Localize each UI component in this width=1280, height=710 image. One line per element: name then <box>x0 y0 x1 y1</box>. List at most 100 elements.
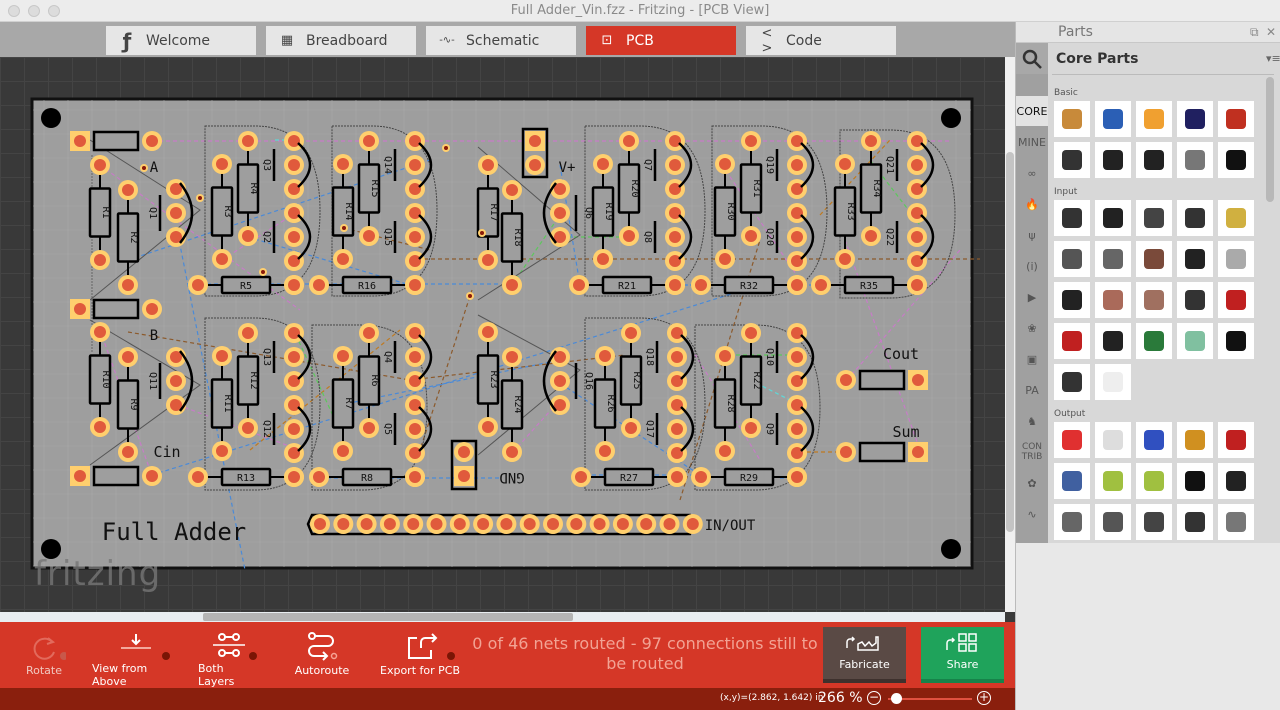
part-toggle-switch[interactable] <box>1095 241 1131 277</box>
part-diode[interactable] <box>1054 142 1090 178</box>
parts-bin-sparkfun[interactable]: 🔥 <box>1016 189 1048 219</box>
parts-bin-temp[interactable]: ∿ <box>1016 499 1048 529</box>
parts-scrollbar[interactable] <box>1266 77 1274 202</box>
tab-schematic[interactable]: -∿- Schematic <box>426 26 576 55</box>
part-microphone[interactable] <box>1218 323 1254 359</box>
part-7-segment-display[interactable] <box>1218 422 1254 458</box>
part-ceramic-capacitor[interactable] <box>1095 101 1131 137</box>
part-rfid-id12[interactable] <box>1054 364 1090 400</box>
part-force-sensor[interactable] <box>1054 282 1090 318</box>
tab-code[interactable]: < > Code <box>746 26 896 56</box>
zoom-out-button[interactable]: − <box>867 691 881 705</box>
parts-bin-arduino[interactable]: ∞ <box>1016 158 1048 188</box>
part-reed-switch[interactable] <box>1177 323 1213 359</box>
pad-hole <box>573 279 585 291</box>
connector-body[interactable] <box>92 465 140 487</box>
view-from-above-button[interactable]: View from Above <box>92 622 180 688</box>
close-panel-icon[interactable]: ✕ <box>1266 25 1276 39</box>
parts-bin-pollin[interactable]: ♞ <box>1016 406 1048 436</box>
part-dc-motor[interactable] <box>1095 504 1131 540</box>
part-dip-switch[interactable] <box>1177 200 1213 236</box>
part-pnp-transistor[interactable] <box>1095 142 1131 178</box>
part-mystery-part[interactable] <box>1218 142 1254 178</box>
part-lcd-screen[interactable] <box>1095 463 1131 499</box>
part-breakout-board[interactable] <box>1136 323 1172 359</box>
fabricate-button[interactable]: Fabricate <box>823 627 906 683</box>
bin-menu-icon[interactable]: ▾≡ <box>1266 52 1280 65</box>
tab-welcome[interactable]: ƒ Welcome <box>106 26 256 55</box>
part-slide-switch[interactable] <box>1177 241 1213 277</box>
part-rgb-led[interactable] <box>1095 422 1131 458</box>
part-buzzer[interactable] <box>1177 463 1213 499</box>
parts-bin-lilypad[interactable]: ❀ <box>1016 313 1048 343</box>
pcb-board-svg[interactable]: A B Cin Cout Sum R1 R2 Q1 R10 R9 Q11 R3 R4Q3 Q2 R5 R14 R… <box>0 57 1005 612</box>
part-electrolytic-capacitor[interactable] <box>1177 101 1213 137</box>
parts-bin-con-trib[interactable]: CON TRIB <box>1016 437 1048 467</box>
status-bar: (x,y)=(2.862, 1.642) in 266 % − + <box>0 688 1015 710</box>
horizontal-scrollbar[interactable] <box>0 612 1005 622</box>
part-relay[interactable] <box>1136 504 1172 540</box>
part-ir-sensor[interactable] <box>1177 282 1213 318</box>
part-resistor[interactable] <box>1054 101 1090 137</box>
part-accelerometer[interactable] <box>1218 282 1254 318</box>
connector-body[interactable] <box>858 369 906 391</box>
part-speaker[interactable] <box>1218 463 1254 499</box>
share-button[interactable]: Share <box>921 627 1004 683</box>
connector-body[interactable] <box>92 298 140 320</box>
parts-bin-seeed[interactable]: ψ <box>1016 220 1048 250</box>
part-photocell[interactable] <box>1136 282 1172 318</box>
part-npn-transistor[interactable] <box>1136 142 1172 178</box>
part-sparkfun-board[interactable] <box>1054 323 1090 359</box>
pad-hole <box>288 135 300 147</box>
share-grid-icon <box>945 633 977 652</box>
vertical-scroll-thumb[interactable] <box>1006 152 1014 532</box>
part-tantalum-capacitor[interactable] <box>1136 101 1172 137</box>
part-red-led[interactable] <box>1054 422 1090 458</box>
horizontal-scroll-thumb[interactable] <box>203 613 573 621</box>
zoom-slider-handle[interactable] <box>891 693 903 704</box>
part-power-led[interactable] <box>1177 422 1213 458</box>
part-led-matrix[interactable] <box>1054 463 1090 499</box>
part-stepper-motor[interactable] <box>1218 504 1254 540</box>
parts-bin-contrib-flower[interactable]: ✿ <box>1016 468 1048 498</box>
zoom-in-button[interactable]: + <box>977 691 991 705</box>
part-humidity-sensor[interactable] <box>1095 364 1131 400</box>
parts-search-button[interactable] <box>1016 43 1048 74</box>
part-lcd-module[interactable] <box>1136 463 1172 499</box>
parts-bin-makeblock[interactable]: ▣ <box>1016 344 1048 374</box>
connector-body[interactable] <box>858 441 906 463</box>
part-rotary-encoder[interactable] <box>1054 241 1090 277</box>
resistor-label: R6 <box>369 374 380 386</box>
part-potentiometer[interactable] <box>1054 200 1090 236</box>
tab-pcb[interactable]: ⊡ PCB <box>586 26 736 55</box>
pcb-canvas[interactable]: A B Cin Cout Sum R1 R2 Q1 R10 R9 Q11 R3 R4 Q3 Q2 R5 R14 R… <box>0 57 1005 612</box>
float-panel-icon[interactable]: ⧉ <box>1250 25 1259 40</box>
part-piezo-buzzer[interactable] <box>1218 200 1254 236</box>
parts-bin-mine[interactable]: MINE <box>1016 127 1048 157</box>
both-layers-button[interactable]: Both Layers <box>198 622 262 688</box>
vertical-scrollbar[interactable] <box>1005 57 1015 612</box>
tab-breadboard[interactable]: ▦ Breadboard <box>266 26 416 55</box>
part-pushbutton[interactable] <box>1136 241 1172 277</box>
resistor-label: R32 <box>740 281 758 292</box>
part-inductor[interactable] <box>1218 101 1254 137</box>
via-hole <box>261 270 265 274</box>
part-slide-potentiometer[interactable] <box>1136 200 1172 236</box>
part-rotary-potentiometer[interactable] <box>1095 200 1131 236</box>
parts-bin-snootlab[interactable]: ▶ <box>1016 282 1048 312</box>
part-motor[interactable] <box>1054 504 1090 540</box>
connector-body[interactable] <box>92 130 140 152</box>
parts-bin-pa[interactable]: PA <box>1016 375 1048 405</box>
part-servo[interactable] <box>1177 504 1213 540</box>
export-for-pcb-button[interactable]: Export for PCB <box>378 622 462 688</box>
part-tilt-switch[interactable] <box>1218 241 1254 277</box>
parts-bin-core[interactable]: CORE <box>1016 96 1048 126</box>
part-blue-led[interactable] <box>1136 422 1172 458</box>
part-fet-p[interactable] <box>1177 142 1213 178</box>
rotate-button[interactable]: Rotate <box>20 622 68 688</box>
autoroute-button[interactable]: Autoroute <box>292 622 352 688</box>
pcb-board[interactable] <box>30 97 974 570</box>
parts-bin-intel[interactable]: (i) <box>1016 251 1048 281</box>
part-temperature-sensor-lm35[interactable] <box>1095 323 1131 359</box>
part-flex-sensor[interactable] <box>1095 282 1131 318</box>
